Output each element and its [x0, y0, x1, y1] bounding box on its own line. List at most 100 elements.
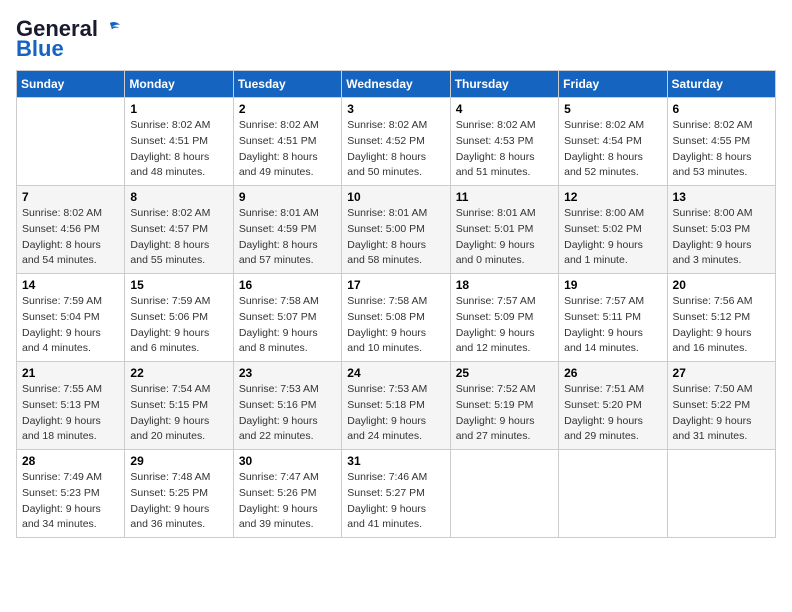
- calendar-cell: 8 Sunrise: 8:02 AM Sunset: 4:57 PM Dayli…: [125, 186, 233, 274]
- day-info: Sunrise: 8:02 AM Sunset: 4:53 PM Dayligh…: [456, 118, 553, 181]
- calendar-cell: 27 Sunrise: 7:50 AM Sunset: 5:22 PM Dayl…: [667, 362, 775, 450]
- calendar-table: SundayMondayTuesdayWednesdayThursdayFrid…: [16, 70, 776, 538]
- day-info: Sunrise: 7:56 AM Sunset: 5:12 PM Dayligh…: [673, 294, 770, 357]
- sunrise-label: Sunrise: 7:49 AM: [22, 471, 102, 483]
- calendar-week-row: 21 Sunrise: 7:55 AM Sunset: 5:13 PM Dayl…: [17, 362, 776, 450]
- daylight-label: Daylight: 9 hours and 34 minutes.: [22, 503, 101, 531]
- day-info: Sunrise: 8:02 AM Sunset: 4:56 PM Dayligh…: [22, 206, 119, 269]
- day-number: 6: [673, 102, 770, 116]
- sunrise-label: Sunrise: 8:02 AM: [22, 207, 102, 219]
- calendar-cell: 7 Sunrise: 8:02 AM Sunset: 4:56 PM Dayli…: [17, 186, 125, 274]
- day-number: 8: [130, 190, 227, 204]
- sunrise-label: Sunrise: 7:58 AM: [347, 295, 427, 307]
- sunrise-label: Sunrise: 8:02 AM: [673, 119, 753, 131]
- calendar-cell: 21 Sunrise: 7:55 AM Sunset: 5:13 PM Dayl…: [17, 362, 125, 450]
- sunrise-label: Sunrise: 7:57 AM: [456, 295, 536, 307]
- sunrise-label: Sunrise: 8:02 AM: [347, 119, 427, 131]
- day-info: Sunrise: 7:57 AM Sunset: 5:09 PM Dayligh…: [456, 294, 553, 357]
- sunset-label: Sunset: 5:08 PM: [347, 311, 425, 323]
- calendar-cell: 10 Sunrise: 8:01 AM Sunset: 5:00 PM Dayl…: [342, 186, 450, 274]
- calendar-cell: 6 Sunrise: 8:02 AM Sunset: 4:55 PM Dayli…: [667, 98, 775, 186]
- days-of-week-row: SundayMondayTuesdayWednesdayThursdayFrid…: [17, 71, 776, 98]
- day-of-week-header: Monday: [125, 71, 233, 98]
- sunset-label: Sunset: 5:19 PM: [456, 399, 534, 411]
- sunrise-label: Sunrise: 7:59 AM: [22, 295, 102, 307]
- day-number: 5: [564, 102, 661, 116]
- sunrise-label: Sunrise: 7:50 AM: [673, 383, 753, 395]
- calendar-week-row: 14 Sunrise: 7:59 AM Sunset: 5:04 PM Dayl…: [17, 274, 776, 362]
- daylight-label: Daylight: 9 hours and 18 minutes.: [22, 415, 101, 443]
- sunset-label: Sunset: 5:20 PM: [564, 399, 642, 411]
- day-of-week-header: Friday: [559, 71, 667, 98]
- logo-text-blue: Blue: [16, 36, 64, 62]
- day-number: 11: [456, 190, 553, 204]
- sunset-label: Sunset: 5:25 PM: [130, 487, 208, 499]
- sunset-label: Sunset: 5:03 PM: [673, 223, 751, 235]
- sunrise-label: Sunrise: 7:53 AM: [239, 383, 319, 395]
- calendar-cell: 14 Sunrise: 7:59 AM Sunset: 5:04 PM Dayl…: [17, 274, 125, 362]
- sunrise-label: Sunrise: 7:51 AM: [564, 383, 644, 395]
- day-number: 29: [130, 454, 227, 468]
- day-info: Sunrise: 7:54 AM Sunset: 5:15 PM Dayligh…: [130, 382, 227, 445]
- day-info: Sunrise: 7:58 AM Sunset: 5:08 PM Dayligh…: [347, 294, 444, 357]
- day-info: Sunrise: 7:47 AM Sunset: 5:26 PM Dayligh…: [239, 470, 336, 533]
- day-number: 25: [456, 366, 553, 380]
- day-number: 22: [130, 366, 227, 380]
- calendar-cell: [17, 98, 125, 186]
- day-number: 27: [673, 366, 770, 380]
- day-number: 13: [673, 190, 770, 204]
- calendar-cell: 24 Sunrise: 7:53 AM Sunset: 5:18 PM Dayl…: [342, 362, 450, 450]
- day-of-week-header: Sunday: [17, 71, 125, 98]
- day-info: Sunrise: 7:51 AM Sunset: 5:20 PM Dayligh…: [564, 382, 661, 445]
- day-info: Sunrise: 7:52 AM Sunset: 5:19 PM Dayligh…: [456, 382, 553, 445]
- day-info: Sunrise: 8:00 AM Sunset: 5:03 PM Dayligh…: [673, 206, 770, 269]
- sunrise-label: Sunrise: 8:02 AM: [130, 119, 210, 131]
- day-info: Sunrise: 8:01 AM Sunset: 5:00 PM Dayligh…: [347, 206, 444, 269]
- sunset-label: Sunset: 5:22 PM: [673, 399, 751, 411]
- calendar-cell: [450, 450, 558, 538]
- calendar-cell: 2 Sunrise: 8:02 AM Sunset: 4:51 PM Dayli…: [233, 98, 341, 186]
- day-number: 15: [130, 278, 227, 292]
- day-info: Sunrise: 8:00 AM Sunset: 5:02 PM Dayligh…: [564, 206, 661, 269]
- sunrise-label: Sunrise: 7:59 AM: [130, 295, 210, 307]
- sunset-label: Sunset: 5:23 PM: [22, 487, 100, 499]
- day-number: 19: [564, 278, 661, 292]
- sunrise-label: Sunrise: 7:46 AM: [347, 471, 427, 483]
- day-info: Sunrise: 7:58 AM Sunset: 5:07 PM Dayligh…: [239, 294, 336, 357]
- calendar-cell: 28 Sunrise: 7:49 AM Sunset: 5:23 PM Dayl…: [17, 450, 125, 538]
- day-of-week-header: Tuesday: [233, 71, 341, 98]
- daylight-label: Daylight: 9 hours and 10 minutes.: [347, 327, 426, 355]
- day-number: 31: [347, 454, 444, 468]
- sunrise-label: Sunrise: 8:02 AM: [564, 119, 644, 131]
- calendar-cell: 13 Sunrise: 8:00 AM Sunset: 5:03 PM Dayl…: [667, 186, 775, 274]
- calendar-cell: 12 Sunrise: 8:00 AM Sunset: 5:02 PM Dayl…: [559, 186, 667, 274]
- sunset-label: Sunset: 5:07 PM: [239, 311, 317, 323]
- day-info: Sunrise: 7:59 AM Sunset: 5:04 PM Dayligh…: [22, 294, 119, 357]
- daylight-label: Daylight: 9 hours and 8 minutes.: [239, 327, 318, 355]
- day-info: Sunrise: 7:48 AM Sunset: 5:25 PM Dayligh…: [130, 470, 227, 533]
- day-info: Sunrise: 7:57 AM Sunset: 5:11 PM Dayligh…: [564, 294, 661, 357]
- sunset-label: Sunset: 4:51 PM: [239, 135, 317, 147]
- day-number: 21: [22, 366, 119, 380]
- calendar-week-row: 28 Sunrise: 7:49 AM Sunset: 5:23 PM Dayl…: [17, 450, 776, 538]
- daylight-label: Daylight: 9 hours and 20 minutes.: [130, 415, 209, 443]
- sunset-label: Sunset: 4:57 PM: [130, 223, 208, 235]
- page-header: General Blue: [16, 16, 776, 62]
- sunset-label: Sunset: 5:11 PM: [564, 311, 641, 323]
- daylight-label: Daylight: 9 hours and 12 minutes.: [456, 327, 535, 355]
- sunrise-label: Sunrise: 7:55 AM: [22, 383, 102, 395]
- calendar-cell: 5 Sunrise: 8:02 AM Sunset: 4:54 PM Dayli…: [559, 98, 667, 186]
- day-number: 20: [673, 278, 770, 292]
- calendar-cell: 16 Sunrise: 7:58 AM Sunset: 5:07 PM Dayl…: [233, 274, 341, 362]
- day-of-week-header: Saturday: [667, 71, 775, 98]
- sunrise-label: Sunrise: 8:00 AM: [673, 207, 753, 219]
- sunrise-label: Sunrise: 8:01 AM: [239, 207, 319, 219]
- calendar-cell: 19 Sunrise: 7:57 AM Sunset: 5:11 PM Dayl…: [559, 274, 667, 362]
- day-number: 23: [239, 366, 336, 380]
- daylight-label: Daylight: 8 hours and 48 minutes.: [130, 151, 209, 179]
- day-of-week-header: Thursday: [450, 71, 558, 98]
- daylight-label: Daylight: 9 hours and 0 minutes.: [456, 239, 535, 267]
- calendar-cell: 23 Sunrise: 7:53 AM Sunset: 5:16 PM Dayl…: [233, 362, 341, 450]
- logo: General Blue: [16, 16, 120, 62]
- calendar-cell: 1 Sunrise: 8:02 AM Sunset: 4:51 PM Dayli…: [125, 98, 233, 186]
